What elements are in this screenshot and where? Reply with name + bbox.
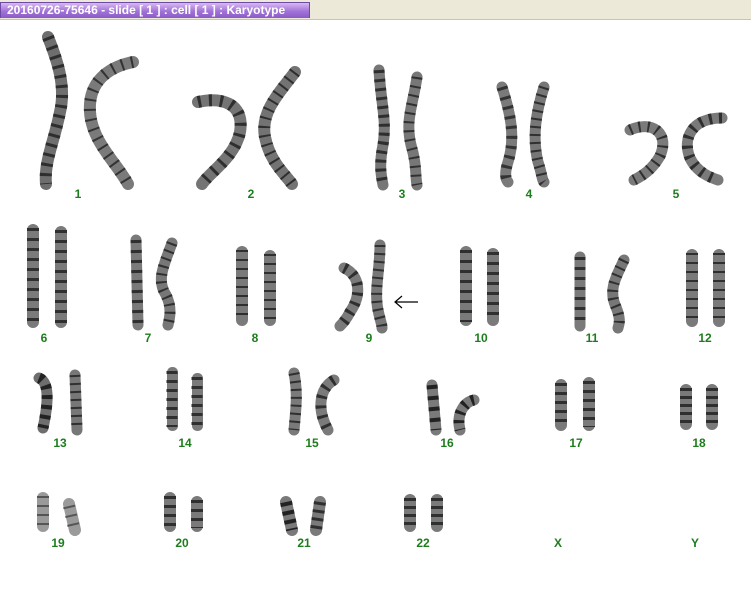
chromosome-18-image	[680, 384, 718, 430]
chromosome-12-image	[686, 249, 725, 327]
chromosome-17-image	[555, 377, 595, 431]
chromosome-14-image	[166, 367, 203, 431]
chromosome-8-image	[236, 246, 276, 326]
chromosome-16-image	[426, 379, 480, 436]
chromosome-9-image	[334, 239, 388, 334]
chromosome-1-image	[39, 31, 139, 190]
chromosome-5-image	[624, 112, 728, 186]
chromosome-label-10: 10	[474, 331, 488, 345]
chromosome-6-image	[27, 224, 67, 328]
karyotype-canvas: 1 2 3 4 5 6 7 8 9 10 11 12 13 14 15 16 1…	[0, 20, 751, 595]
chromosome-label-17: 17	[569, 436, 583, 450]
chromosome-22-image	[404, 494, 443, 532]
chromosome-label-14: 14	[178, 436, 192, 450]
left-arrow-icon	[394, 295, 418, 309]
chromosome-label-1: 1	[74, 187, 82, 201]
chromosome-11-image	[574, 251, 630, 334]
chromosome-15-image	[288, 367, 340, 436]
chromosome-label-4: 4	[525, 187, 533, 201]
chromosome-label-21: 21	[297, 536, 311, 550]
chromosome-4-image	[496, 81, 550, 188]
chromosome-20-image	[164, 492, 203, 532]
chromosome-label-y: Y	[690, 536, 699, 550]
chromosome-label-3: 3	[398, 187, 406, 201]
chromosome-label-15: 15	[305, 436, 319, 450]
window-title-tab[interactable]: 20160726-75646 - slide [ 1 ] : cell [ 1 …	[0, 2, 310, 18]
chromosome-label-8: 8	[251, 331, 259, 345]
chromosome-3-image	[373, 64, 423, 191]
chromosome-label-22: 22	[416, 536, 430, 550]
chromosome-label-9: 9	[365, 331, 373, 345]
chromosome-label-6: 6	[40, 331, 48, 345]
chromosome-label-11: 11	[585, 331, 599, 345]
chromosome-label-2: 2	[247, 187, 255, 201]
chromosome-label-13: 13	[53, 436, 67, 450]
chromosome-2-image	[192, 66, 301, 190]
chromosome-label-18: 18	[692, 436, 706, 450]
chromosome-10-image	[460, 246, 499, 326]
chromosome-label-x: X	[553, 536, 562, 550]
chromosome-label-20: 20	[175, 536, 189, 550]
chromosome-label-19: 19	[51, 536, 65, 550]
chromosome-7-image	[130, 234, 178, 331]
chromosome-21-image	[280, 496, 326, 536]
chromosome-label-12: 12	[698, 331, 712, 345]
chromosome-label-7: 7	[144, 331, 152, 345]
chromosome-label-5: 5	[672, 187, 680, 201]
chromosome-13-image	[33, 369, 83, 436]
window-titlebar: 20160726-75646 - slide [ 1 ] : cell [ 1 …	[0, 0, 751, 20]
chromosome-19-image	[37, 492, 81, 536]
chromosome-label-16: 16	[440, 436, 454, 450]
